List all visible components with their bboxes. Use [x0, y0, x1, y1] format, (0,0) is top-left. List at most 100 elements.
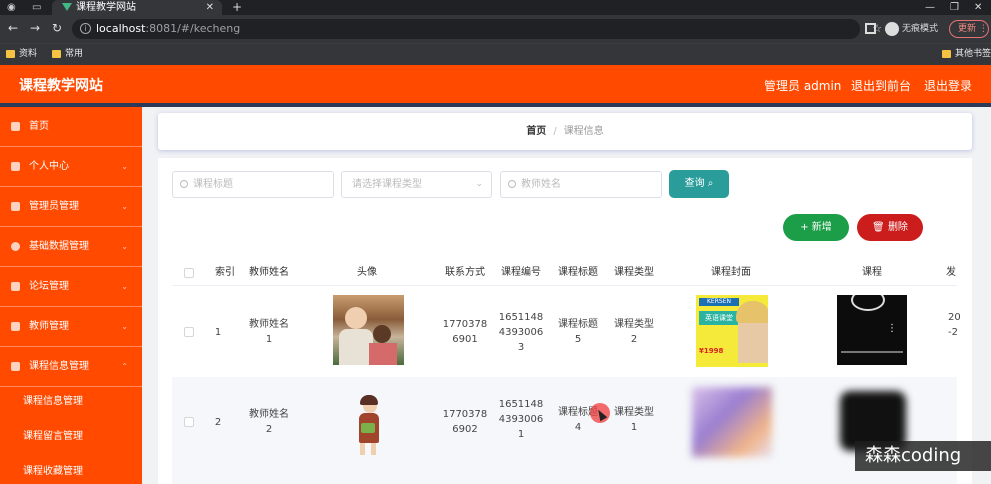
vue-logo-icon [62, 3, 72, 11]
tab-title: 课程教学网站 [76, 2, 136, 13]
incognito-indicator[interactable]: 无痕模式 [885, 20, 938, 38]
submenu-course-favorites[interactable]: 课程收藏管理 [0, 454, 142, 484]
sidebar-item-profile[interactable]: 个人中心 ⌄ [0, 147, 142, 187]
type-line: 课程类型 [614, 319, 654, 330]
cell-index: 2 [214, 417, 222, 428]
document-icon [11, 202, 20, 211]
window-close-icon[interactable]: ✕ [974, 0, 982, 15]
sidebar-item-label: 个人中心 [29, 161, 69, 172]
chevron-down-icon: ⌄ [475, 179, 483, 189]
sidebar-item-course-info[interactable]: 课程信息管理 ⌃ [0, 347, 142, 387]
forward-icon[interactable]: → [30, 21, 40, 35]
chevron-down-icon: ⌄ [121, 162, 128, 171]
header-publish-truncated: 发 [946, 267, 956, 278]
code-line: 3 [517, 342, 525, 353]
restore-icon[interactable]: ❐ [950, 0, 959, 15]
bookmark-folder-1[interactable]: 资料 [6, 48, 37, 61]
teacher-name-search-input[interactable]: 教师姓名 [500, 171, 662, 198]
exit-to-frontend-link[interactable]: 退出到前台 [851, 78, 911, 94]
table-row: 2 教师姓名 2 1770378 6902 1651148 4393006 1 课程标题… [172, 377, 957, 484]
sidebar-item-teachers[interactable]: 教师管理 ⌄ [0, 307, 142, 347]
cell-course-code: 1651148 4393006 1 [498, 397, 544, 442]
bookmark-folder-2[interactable]: 常用 [52, 48, 83, 61]
row-checkbox[interactable] [184, 327, 194, 337]
cell-contact: 1770378 6902 [439, 407, 491, 437]
header-index: 索引 [215, 267, 235, 278]
sidebar-item-home[interactable]: 首页 [0, 107, 142, 147]
site-info-icon[interactable]: i [80, 23, 91, 34]
sidebar-item-label: 论坛管理 [29, 281, 69, 292]
app-header: 课程教学网站 管理员 admin 退出到前台 退出登录 [0, 65, 991, 107]
logout-link[interactable]: 退出登录 [924, 78, 972, 94]
phone-line: 6901 [452, 334, 478, 345]
query-button[interactable]: 查询 ⌕ [669, 170, 729, 198]
header-contact: 联系方式 [445, 267, 485, 278]
table-header: 索引 教师姓名 头像 联系方式 课程编号 课程标题 课程类型 课程封面 课程 发 [172, 260, 957, 286]
back-icon[interactable]: ← [8, 21, 18, 35]
search-icon [180, 180, 188, 188]
compass-icon [11, 242, 20, 251]
type-line: 2 [630, 334, 638, 345]
publish-line: 20 [948, 312, 961, 323]
bookmark-label: 资料 [19, 49, 38, 59]
title-line: 5 [574, 334, 582, 345]
cover-brand: KERSEN [699, 298, 739, 306]
update-label: 更新 [958, 24, 977, 34]
folder-icon [6, 49, 15, 58]
chevron-down-icon: ⌄ [121, 282, 128, 291]
code-line: 1651148 [498, 399, 544, 410]
more-options-icon[interactable]: ⋮ [887, 323, 897, 334]
sidebar-item-forum[interactable]: 论坛管理 ⌄ [0, 267, 142, 307]
tab-search-icon[interactable]: ▭ [32, 2, 41, 13]
incognito-label: 无痕模式 [902, 24, 939, 34]
cell-course-type: 课程类型 2 [610, 317, 658, 347]
course-video-player[interactable]: ⋮ [837, 295, 907, 365]
course-title-search-input[interactable]: 课程标题 [172, 171, 334, 198]
phone-line: 6902 [452, 424, 478, 435]
teacher-avatar-image [333, 295, 404, 365]
browser-menu-icon[interactable]: ◉ [7, 2, 16, 13]
row-checkbox[interactable] [184, 417, 194, 427]
address-bar: ← → ↻ i localhost:8081/#/kecheng ☆ [0, 15, 991, 43]
folder-icon [942, 49, 951, 58]
submenu-course-comments[interactable]: 课程留言管理 [0, 419, 142, 454]
query-label: 查询 [684, 178, 705, 189]
minimize-icon[interactable]: — [925, 0, 935, 15]
sidebar-item-basic-data[interactable]: 基础数据管理 ⌄ [0, 227, 142, 267]
breadcrumb: 首页 / 课程信息 [158, 113, 972, 150]
sidebar: 首页 个人中心 ⌄ 管理员管理 ⌄ 基础数据管理 ⌄ 论坛管理 ⌄ 教师管理 ⌄ 课程信息… [0, 107, 142, 484]
submenu-course-info[interactable]: 课程信息管理 [0, 384, 142, 419]
browser-tab[interactable]: 课程教学网站 ✕ [52, 0, 222, 15]
teacher-name-line: 教师姓名 [249, 319, 289, 330]
teacher-name-line: 1 [265, 334, 273, 345]
select-all-checkbox[interactable] [184, 268, 194, 278]
teacher-placeholder: 教师姓名 [521, 179, 561, 190]
close-tab-icon[interactable]: ✕ [206, 0, 214, 15]
incognito-icon [885, 21, 899, 36]
url-input[interactable]: i localhost:8081/#/kecheng ☆ [72, 19, 882, 39]
bookmarks-bar: 资料 常用 其他书签 [0, 43, 991, 65]
watermark: 森森coding [855, 441, 991, 471]
cover-heading: 英语课堂 [699, 311, 739, 325]
sidebar-item-admins[interactable]: 管理员管理 ⌄ [0, 187, 142, 227]
delete-button[interactable]: 🗑 删除 [857, 214, 923, 241]
add-label: 新增 [811, 222, 832, 233]
cell-publish-truncated: 20 -2 [948, 310, 962, 340]
new-tab-icon[interactable]: + [232, 0, 242, 15]
reload-icon[interactable]: ↻ [52, 21, 62, 35]
add-button[interactable]: + 新增 [783, 214, 849, 241]
browser-update-button[interactable]: 更新 ⋮ [949, 20, 989, 38]
title-placeholder: 课程标题 [193, 179, 233, 190]
breadcrumb-home[interactable]: 首页 [526, 126, 546, 137]
code-line: 4393006 [498, 327, 544, 338]
teacher-name-line: 2 [265, 424, 273, 435]
admin-user-link[interactable]: 管理员 admin [764, 78, 841, 94]
other-bookmarks[interactable]: 其他书签 [942, 48, 991, 61]
side-panel-icon[interactable] [865, 23, 876, 34]
sidebar-item-label: 教师管理 [29, 321, 69, 332]
pin-icon [11, 282, 20, 291]
browser-tab-bar: ◉ ▭ 课程教学网站 ✕ + — ❐ ✕ [0, 0, 991, 15]
course-type-select[interactable]: 请选择课程类型 ⌄ [341, 171, 492, 198]
cell-course-title: 课程标题 5 [554, 317, 602, 347]
header-course-type: 课程类型 [614, 267, 654, 278]
